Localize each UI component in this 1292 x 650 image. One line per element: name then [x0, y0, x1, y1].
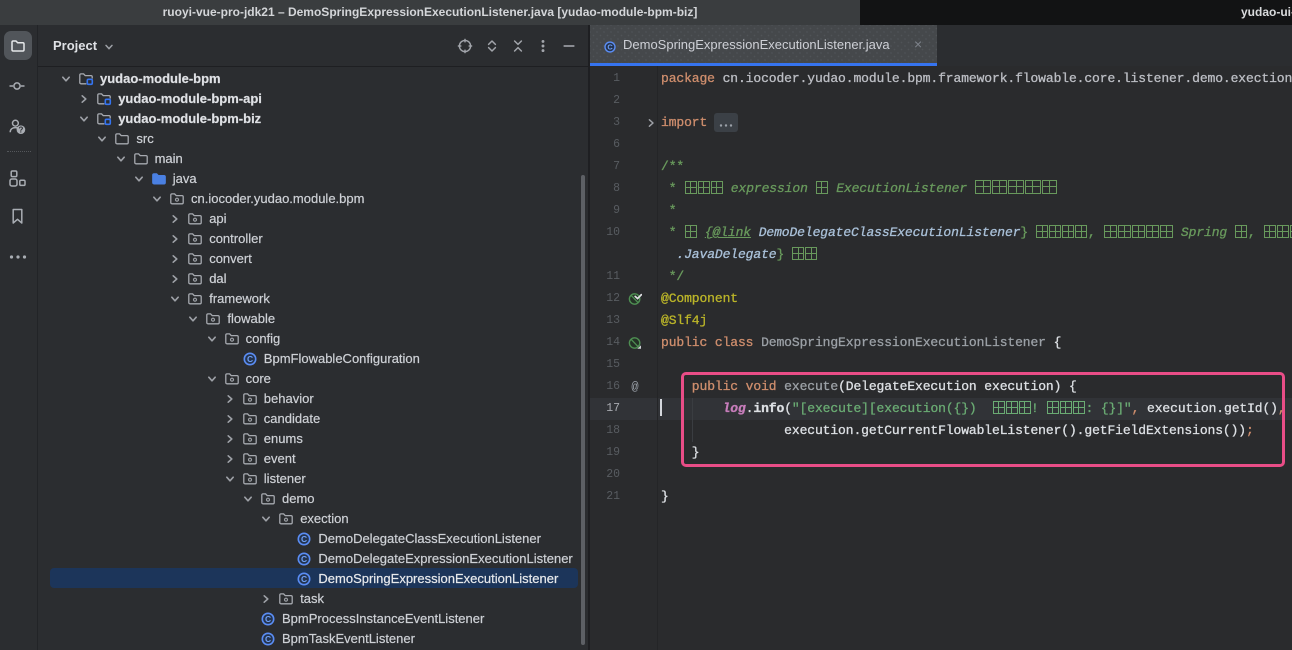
svg-text:C: C: [247, 354, 253, 364]
svg-text:C: C: [265, 614, 271, 624]
svg-text:?: ?: [18, 126, 23, 135]
svg-text:C: C: [301, 554, 307, 564]
svg-text:C: C: [607, 43, 613, 52]
svg-text:C: C: [265, 634, 271, 644]
svg-text:C: C: [301, 574, 307, 584]
svg-text:C: C: [301, 534, 307, 544]
